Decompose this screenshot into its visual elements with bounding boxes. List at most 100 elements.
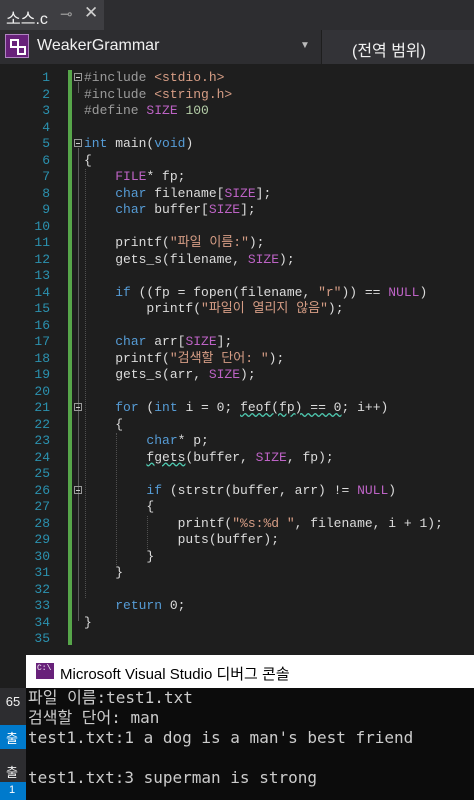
code-token: NULL [357,482,389,498]
code-token: "파일 이름:" [169,235,249,250]
code-token: ); [248,235,265,250]
line-number: 8 [42,185,50,201]
code-token: #define [84,103,147,118]
code-line[interactable]: 31 } [0,565,474,582]
line-number: 20 [34,383,50,399]
code-line[interactable]: 3 #define SIZE 100 [0,103,474,120]
code-line[interactable]: 13 [0,268,474,285]
line-number: 21 [34,400,50,415]
code-line[interactable]: 17 char arr[SIZE]; [0,334,474,351]
code-token: SIZE [185,334,217,349]
code-line[interactable]: 19 gets_s(arr, SIZE); [0,367,474,384]
code-line[interactable]: 4 [0,120,474,137]
line-number: 18 [34,350,50,366]
code-line[interactable]: 29 puts(buffer); [0,532,474,549]
close-icon[interactable]: ✕ [84,3,98,23]
code-text: gets_s(filename, SIZE); [84,251,294,269]
code-line[interactable]: 8 char filename[SIZE]; [0,186,474,203]
code-line[interactable]: 9 char buffer[SIZE]; [0,202,474,219]
code-text: gets_s(arr, SIZE); [84,367,256,384]
chevron-down-icon[interactable]: ▼ [300,40,310,51]
code-token: printf( [84,235,170,250]
code-token: arr[ [146,334,186,349]
code-line[interactable]: 32 [0,582,474,599]
code-line[interactable]: 5 int main(void) [0,136,474,153]
debug-console[interactable]: 파일 이름:test1.txt 검색할 단어: man test1.txt:1 a … [26,688,474,800]
code-token: char [115,334,147,349]
code-token: gets_s(filename, [84,251,248,267]
file-tab[interactable]: 소스.c ⊸ ✕ [0,0,104,30]
code-line[interactable]: 24 fgets(buffer, SIZE, fp); [0,450,474,467]
code-line[interactable]: 16 [0,318,474,335]
collapse-icon[interactable] [74,403,82,411]
code-line[interactable]: 11 printf("파일 이름:"); [0,235,474,252]
code-line[interactable]: 25 [0,466,474,483]
code-token: (buffer, [185,449,256,465]
line-number: 32 [34,581,50,597]
code-token: int [154,400,178,415]
code-line[interactable]: 6{ [0,153,474,170]
code-token: feof(fp) == 0 [240,400,342,415]
code-line[interactable]: 26 if (strstr(buffer, arr) != NULL) [0,483,474,500]
console-title: Microsoft Visual Studio 디버그 콘솔 [60,666,290,683]
line-number: 14 [34,284,50,300]
output-tab[interactable]: 출 [0,725,26,749]
code-text: printf("파일이 열리지 않음"); [84,301,344,318]
code-line[interactable]: 33 return 0; [0,598,474,615]
collapse-icon[interactable] [74,139,82,147]
code-line[interactable]: 23 char* p; [0,433,474,450]
code-line[interactable]: 14 if ((fp = fopen(filename, "r")) == NU… [0,285,474,302]
code-line[interactable]: 10 [0,219,474,236]
code-token: "검색할 단어: " [169,350,269,366]
line-number: 27 [34,499,50,514]
code-token: #include [84,86,155,102]
side-tab-3[interactable]: 1 [0,782,26,800]
code-line[interactable]: 12 gets_s(filename, SIZE); [0,252,474,269]
code-token: SIZE [208,202,241,217]
line-number: 2 [42,86,50,102]
pin-icon[interactable]: ⊸ [60,5,73,23]
code-line[interactable]: 15 printf("파일이 열리지 않음"); [0,301,474,318]
code-token: void [154,136,186,151]
code-token: ]; [240,202,256,217]
code-editor[interactable]: 1 #include <stdio.h> 2 #include <string.h> 3… [0,64,474,650]
code-line[interactable]: 21 for (int i = 0; feof(fp) == 0; i++) [0,400,474,417]
code-line[interactable]: 7 FILE* fp; [0,169,474,186]
code-line[interactable]: 30 } [0,549,474,566]
project-dropdown[interactable]: WeakerGrammar [37,37,159,55]
code-token: , filename, i + 1); [294,515,443,531]
line-number: 31 [34,565,50,580]
collapse-icon[interactable] [74,73,82,81]
code-token: ); [240,367,256,382]
line-number: 35 [34,631,50,646]
output-tab-2[interactable]: 출 [6,762,18,781]
code-line[interactable]: 18 printf("검색할 단어: "); [0,351,474,368]
code-token: ); [327,301,344,316]
code-line[interactable]: 35 [0,631,474,648]
code-line[interactable]: 22 { [0,417,474,434]
collapse-icon[interactable] [74,485,82,494]
code-line[interactable]: 20 [0,384,474,401]
code-text: { [84,417,123,434]
code-token: char [146,433,178,448]
code-token: gets_s(arr, [84,367,209,382]
code-token: )) == [341,284,389,300]
line-number: 3 [42,103,50,118]
side-number: 65 [5,694,21,709]
line-number: 24 [34,449,50,465]
code-text: printf("파일 이름:"); [84,235,264,252]
code-token: } [84,565,124,580]
code-token: if [146,482,163,498]
code-line[interactable]: 2 #include <string.h> [0,87,474,104]
code-line[interactable]: 27 { [0,499,474,516]
code-line[interactable]: 28 printf("%s:%d ", filename, i + 1); [0,516,474,533]
code-line[interactable]: 34} [0,615,474,632]
line-number: 1 [42,70,50,85]
code-line[interactable]: 1 #include <stdio.h> [0,70,474,87]
line-number: 34 [34,614,50,630]
scope-dropdown[interactable]: (전역 범위) [322,30,474,64]
line-number: 11 [34,235,50,250]
